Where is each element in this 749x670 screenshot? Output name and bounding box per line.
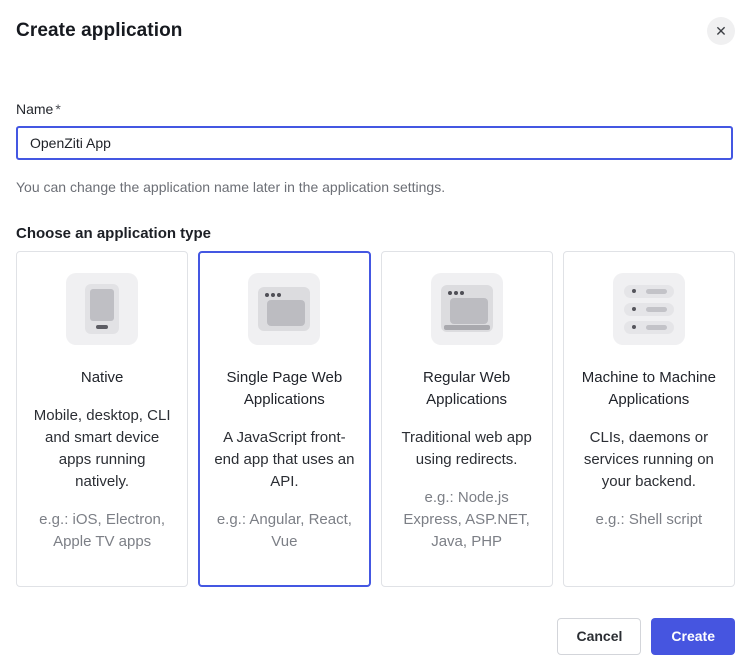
dialog-footer: Cancel Create [16, 618, 735, 655]
application-name-input[interactable] [16, 126, 733, 160]
required-marker: * [55, 101, 60, 117]
server-stack-icon [613, 273, 685, 345]
create-application-dialog: Create application ✕ Name* You can chang… [0, 0, 749, 670]
browser-window-icon [248, 273, 320, 345]
mobile-phone-icon [66, 273, 138, 345]
dialog-header: Create application ✕ [0, 0, 749, 42]
card-example: e.g.: iOS, Electron, Apple TV apps [31, 509, 173, 553]
card-example: e.g.: Angular, React, Vue [213, 509, 355, 553]
card-example: e.g.: Shell script [578, 509, 720, 531]
browser-window-base-icon [431, 273, 503, 345]
card-title: Machine to Machine Applications [578, 367, 720, 411]
type-card-native[interactable]: Native Mobile, desktop, CLI and smart de… [16, 251, 188, 587]
cancel-button[interactable]: Cancel [557, 618, 641, 655]
name-field-label: Name* [16, 101, 733, 117]
card-description: Mobile, desktop, CLI and smart device ap… [31, 405, 173, 493]
card-title: Native [31, 367, 173, 389]
type-card-regular-web[interactable]: Regular Web Applications Traditional web… [381, 251, 553, 587]
application-type-label: Choose an application type [16, 224, 733, 244]
card-description: CLIs, daemons or services running on you… [578, 427, 720, 493]
card-example: e.g.: Node.js Express, ASP.NET, Java, PH… [396, 487, 538, 553]
dialog-title: Create application [16, 20, 733, 42]
window-dots [448, 291, 464, 295]
close-button[interactable]: ✕ [707, 17, 735, 45]
name-helper-text: You can change the application name late… [16, 177, 733, 197]
create-button[interactable]: Create [651, 618, 735, 655]
application-type-grid: Native Mobile, desktop, CLI and smart de… [16, 251, 735, 587]
card-description: A JavaScript front-end app that uses an … [213, 427, 355, 493]
card-description: Traditional web app using redirects. [396, 427, 538, 471]
card-title: Regular Web Applications [396, 367, 538, 411]
close-icon: ✕ [715, 24, 727, 38]
type-card-single-page-web[interactable]: Single Page Web Applications A JavaScrip… [198, 251, 370, 587]
window-dots [265, 293, 281, 297]
card-title: Single Page Web Applications [213, 367, 355, 411]
type-card-machine-to-machine[interactable]: Machine to Machine Applications CLIs, da… [563, 251, 735, 587]
